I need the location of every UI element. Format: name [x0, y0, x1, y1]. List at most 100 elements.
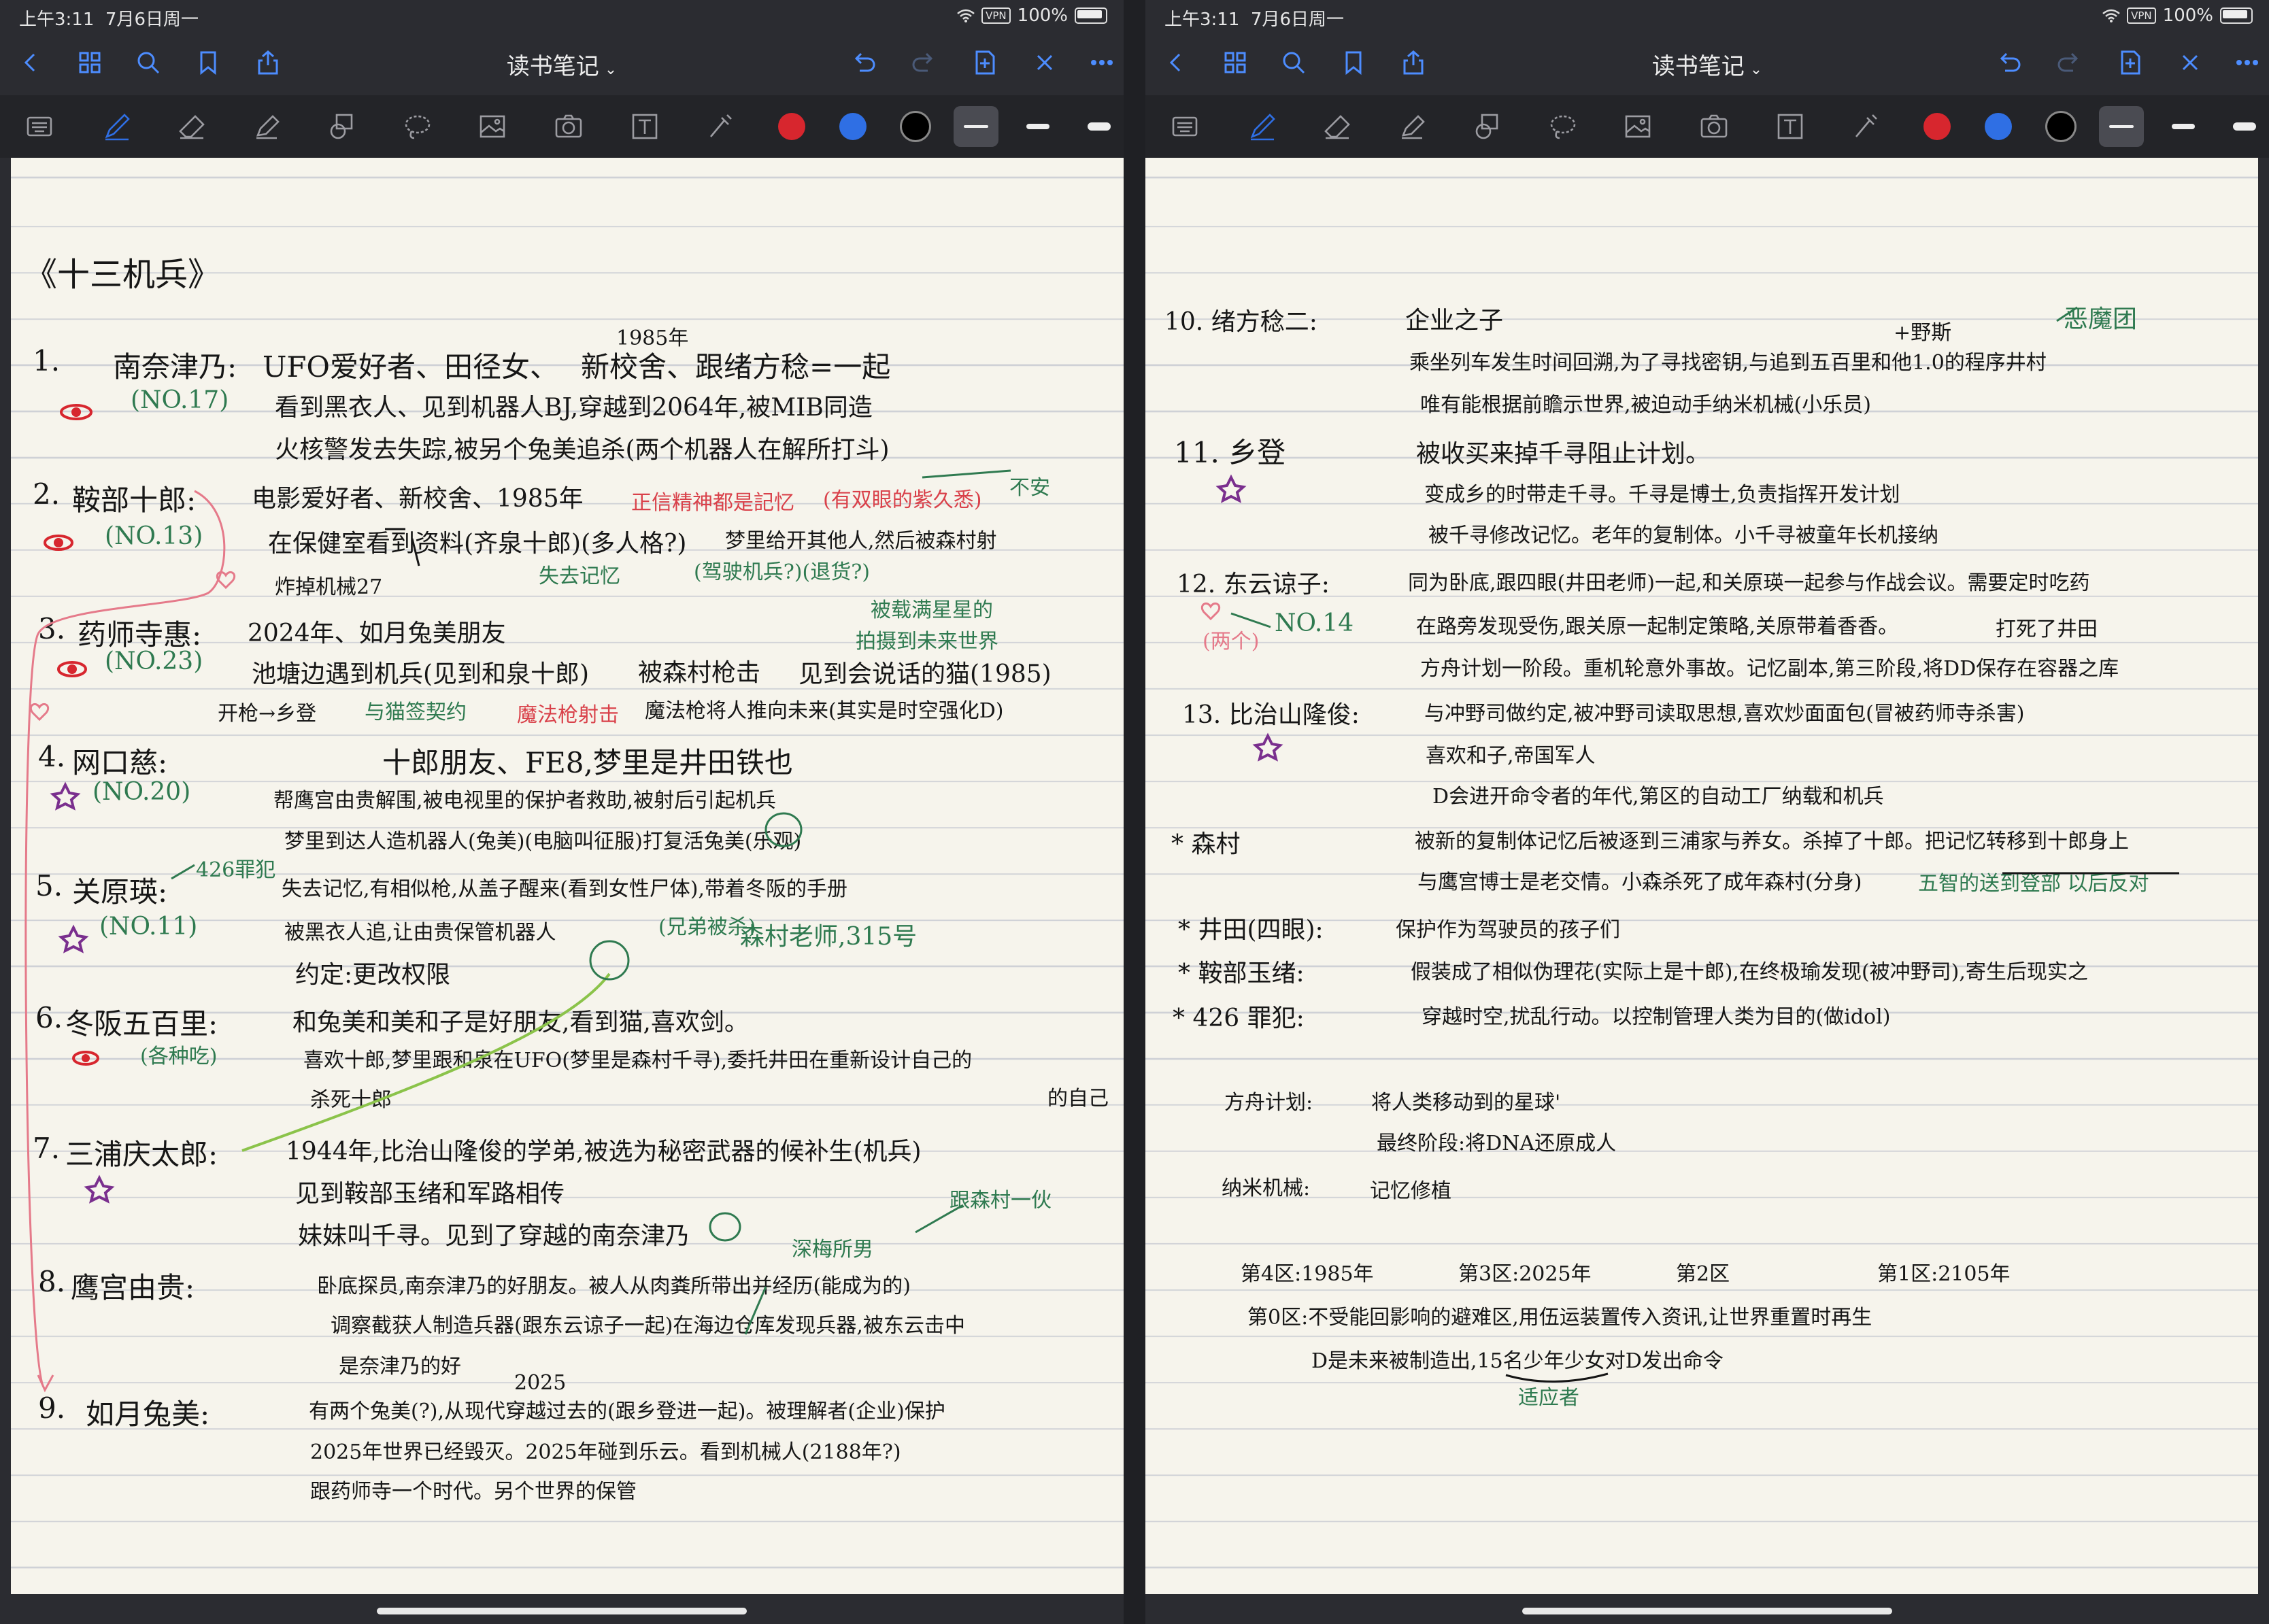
text-icon[interactable]: [1770, 106, 1811, 147]
stroke-thin-bar[interactable]: [2109, 125, 2134, 128]
eraser-icon[interactable]: [171, 106, 212, 147]
color-black-swatch[interactable]: [895, 106, 936, 147]
home-indicator[interactable]: [377, 1608, 747, 1614]
color-blue-swatch[interactable]: [1978, 106, 2019, 147]
note-page-left[interactable]: 《十三机兵》 1. 南奈津乃: UFO爱好者、田径女、 1985年 新校舍、跟绪…: [11, 158, 1124, 1594]
blue-swatch-dot[interactable]: [1985, 113, 2012, 140]
stroke-thin[interactable]: [954, 106, 998, 147]
red-swatch-dot[interactable]: [1923, 113, 1951, 140]
undo-icon[interactable]: [847, 46, 880, 79]
wifi-icon: [2102, 9, 2120, 22]
green-circle: [709, 1212, 741, 1242]
document-title[interactable]: 读书笔记 ⌄: [0, 48, 1124, 81]
stroke-medium[interactable]: [1018, 106, 1058, 147]
pen-icon[interactable]: [97, 106, 137, 147]
color-blue-swatch[interactable]: [833, 106, 873, 147]
more-icon[interactable]: [1086, 46, 1118, 79]
green-circle: [764, 812, 803, 847]
blue-swatch-dot[interactable]: [839, 113, 867, 140]
vpn-badge: VPN: [2127, 7, 2156, 24]
color-red-swatch[interactable]: [1917, 106, 1957, 147]
battery-percent: 100%: [1017, 5, 1068, 26]
nav-bar: 读书笔记 ⌄: [0, 38, 1124, 86]
stroke-thin[interactable]: [2099, 106, 2144, 147]
stroke-thick-bar[interactable]: [2233, 122, 2256, 131]
stroke-medium-bar[interactable]: [2172, 124, 2195, 129]
ink-annotations: [1200, 306, 2179, 1383]
add-page-icon[interactable]: [969, 46, 1001, 79]
close-icon[interactable]: [2174, 46, 2206, 79]
star-icon: [1215, 474, 1283, 762]
note-page-right[interactable]: 10. 绪方稔二: 企业之子 恶魔团 +野斯 乘坐列车发生时间回溯,为了寻找密钥…: [1145, 158, 2258, 1594]
text-icon[interactable]: [624, 106, 665, 147]
left-pane: 上午3:11 7月6日周一 VPN 100% 读书笔记 ⌄ 《十三机兵》 1. …: [0, 0, 1124, 1624]
split-divider[interactable]: [1124, 0, 1145, 1624]
green-arrow: [744, 1286, 767, 1335]
document-title[interactable]: 读书笔记 ⌄: [1145, 48, 2269, 81]
battery-percent: 100%: [2162, 5, 2213, 26]
close-icon[interactable]: [1028, 46, 1061, 79]
green-connector-line: [241, 972, 611, 1152]
eraser-icon[interactable]: [1317, 106, 1358, 147]
ink-underline: [1505, 1372, 1609, 1383]
chevron-down-icon[interactable]: ⌄: [605, 61, 617, 78]
heart-icon: [1200, 603, 1221, 621]
laser-icon[interactable]: [699, 106, 740, 147]
document-title-text[interactable]: 读书笔记: [1652, 53, 1745, 80]
red-swatch-dot[interactable]: [778, 113, 805, 140]
tool-bar: [0, 95, 1124, 158]
home-indicator[interactable]: [1522, 1608, 1892, 1614]
pen-icon[interactable]: [1242, 106, 1283, 147]
stroke-thick[interactable]: [2224, 106, 2265, 147]
add-page-icon[interactable]: [2114, 46, 2147, 79]
status-bar: 上午3:11 7月6日周一 VPN 100%: [1145, 0, 2269, 33]
status-time-text: 上午3:11: [1164, 10, 1240, 30]
laser-icon[interactable]: [1845, 106, 1885, 147]
status-time: 上午3:11 7月6日周一: [1164, 5, 1344, 31]
lasso-icon[interactable]: [397, 106, 438, 147]
stroke-medium-bar[interactable]: [1026, 124, 1049, 129]
redo-icon[interactable]: [2053, 46, 2085, 79]
highlighter-icon[interactable]: [1392, 106, 1432, 147]
document-title-text[interactable]: 读书笔记: [507, 53, 599, 80]
stroke-thick-bar[interactable]: [1088, 122, 1111, 131]
stroke-thin-bar[interactable]: [964, 125, 988, 128]
chevron-down-icon[interactable]: ⌄: [1750, 61, 1762, 78]
undo-icon[interactable]: [1993, 46, 2026, 79]
green-arrow: [2056, 306, 2078, 322]
status-time: 上午3:11 7月6日周一: [19, 5, 199, 31]
black-swatch-dot[interactable]: [902, 113, 929, 140]
color-black-swatch[interactable]: [2040, 106, 2081, 147]
shapes-icon[interactable]: [1468, 106, 1509, 147]
highlighter-icon[interactable]: [246, 106, 287, 147]
more-icon[interactable]: [2231, 46, 2264, 79]
star-icon: [50, 781, 115, 1204]
shapes-icon[interactable]: [322, 106, 363, 147]
status-right: VPN 100%: [2102, 5, 2253, 26]
green-arrow: [171, 864, 195, 880]
ink-annotations: [24, 404, 1011, 1393]
camera-icon[interactable]: [1694, 106, 1734, 147]
status-bar: 上午3:11 7月6日周一 VPN 100%: [0, 0, 1124, 33]
green-arrow: [922, 469, 1011, 479]
vpn-badge: VPN: [981, 7, 1011, 24]
camera-icon[interactable]: [548, 106, 589, 147]
status-date: 7月6日周一: [105, 10, 199, 30]
tool-bar: [1145, 95, 2269, 158]
stroke-thick[interactable]: [1079, 106, 1120, 147]
status-date: 7月6日周一: [1250, 10, 1345, 30]
image-icon[interactable]: [472, 106, 513, 147]
keyboard-icon[interactable]: [19, 106, 60, 147]
eye-icon: [44, 404, 99, 1066]
image-icon[interactable]: [1617, 106, 1658, 147]
green-arrow: [1230, 612, 1271, 628]
stroke-medium[interactable]: [2163, 106, 2204, 147]
color-red-swatch[interactable]: [771, 106, 812, 147]
redo-icon[interactable]: [907, 46, 940, 79]
right-pane: 上午3:11 7月6日周一 VPN 100% 读书笔记 ⌄ 10. 绪方稔二: …: [1145, 0, 2269, 1624]
keyboard-icon[interactable]: [1164, 106, 1205, 147]
black-swatch-dot[interactable]: [2047, 113, 2074, 140]
green-circle: [589, 940, 630, 981]
battery-icon: [1075, 7, 1107, 24]
lasso-icon[interactable]: [1543, 106, 1583, 147]
